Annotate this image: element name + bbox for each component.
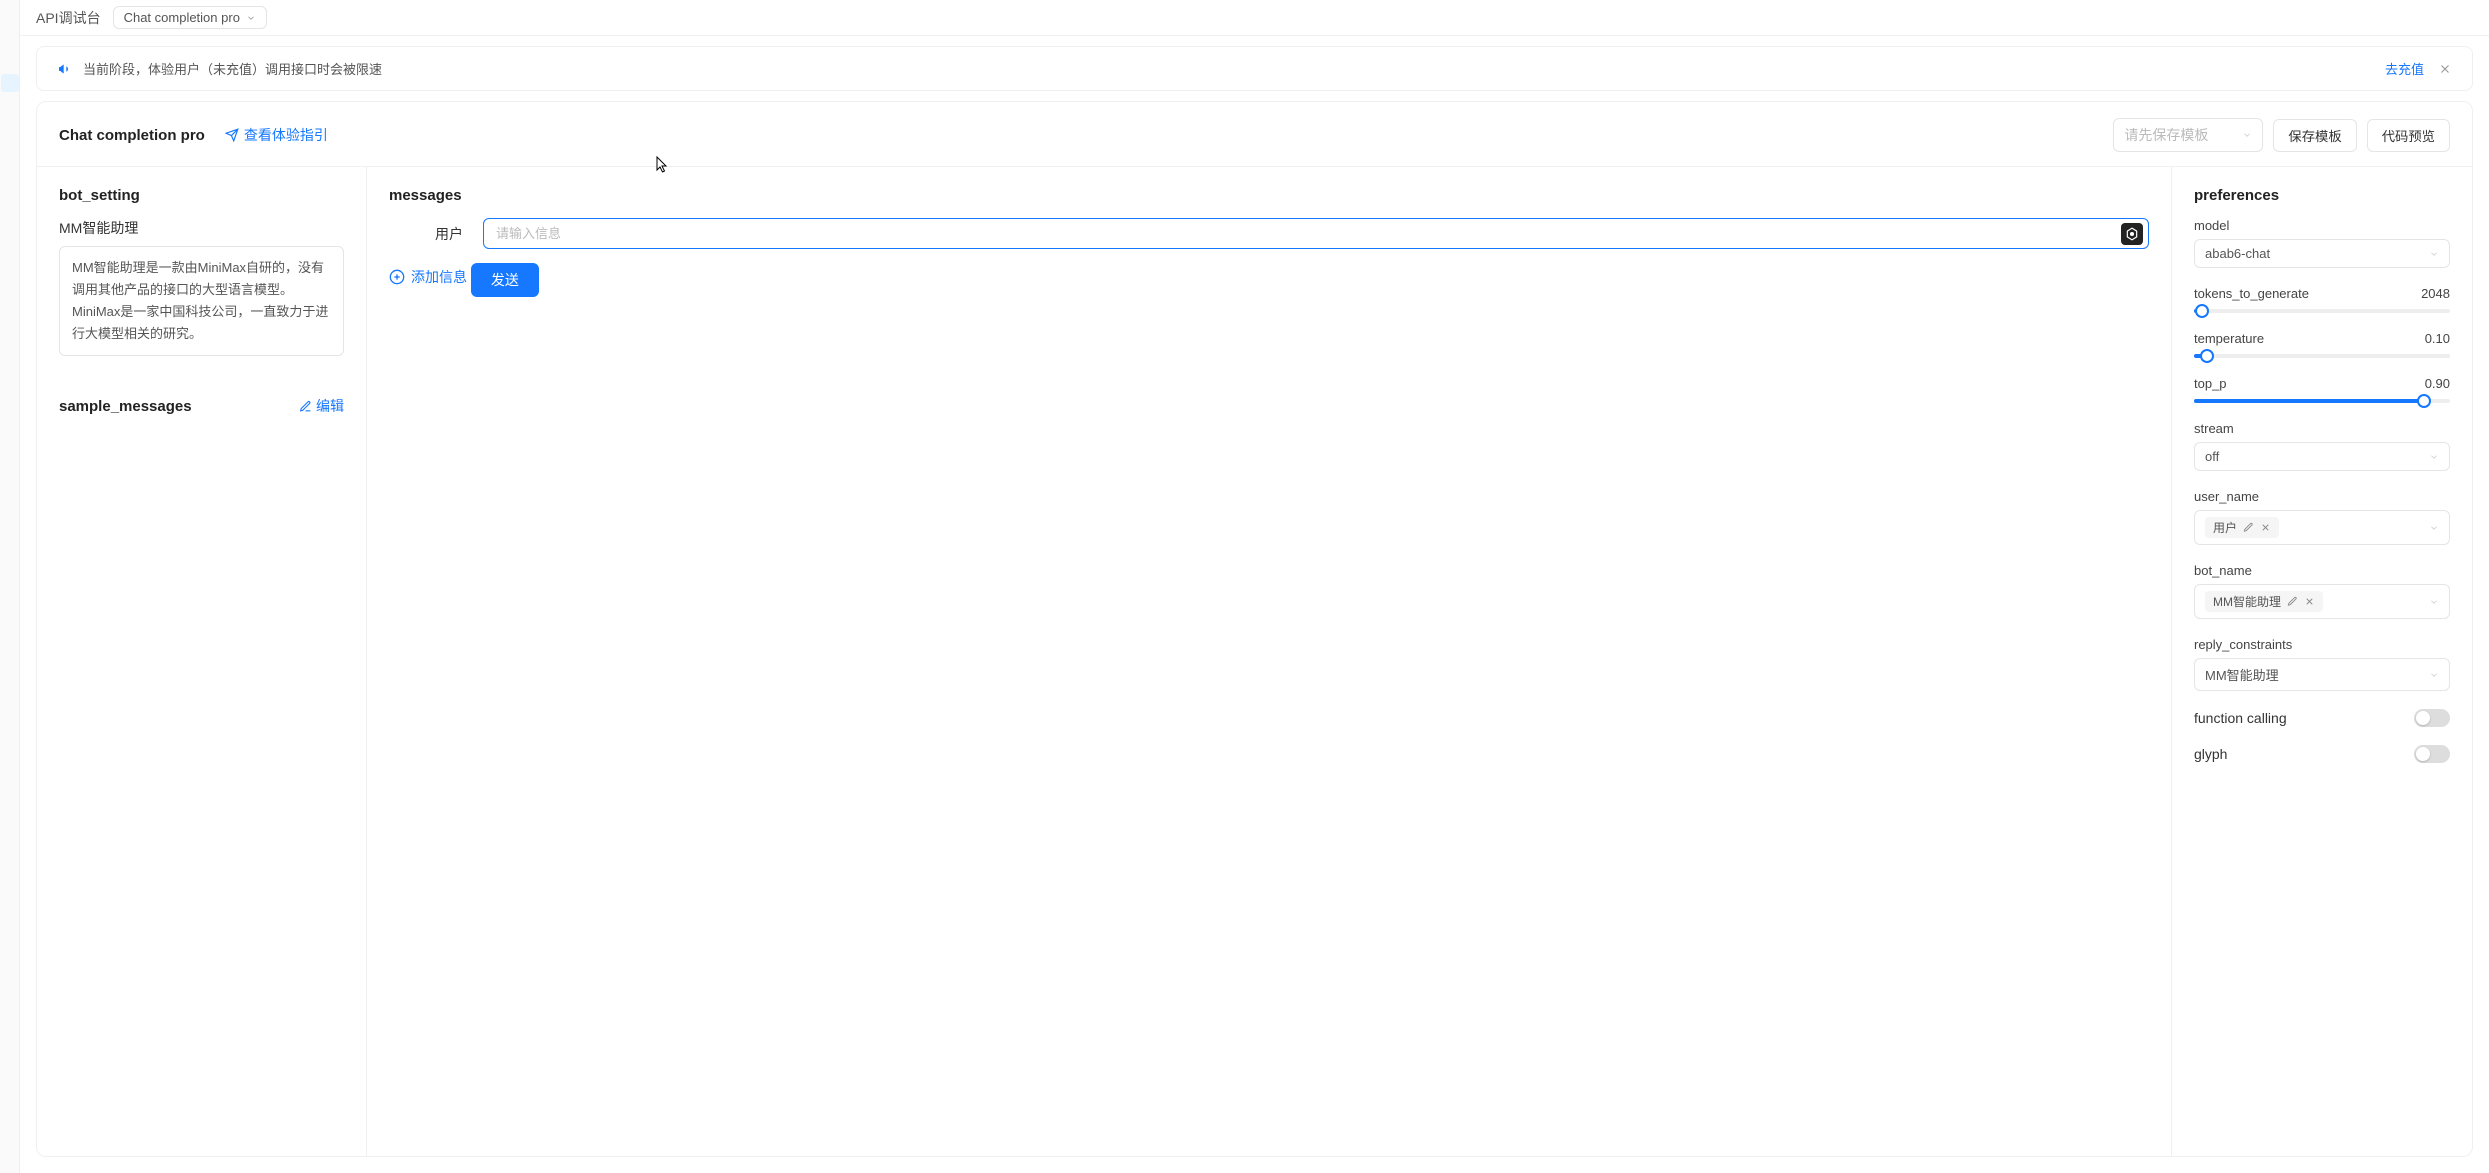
tokens-value: 2048 <box>2421 286 2450 301</box>
view-guide-link[interactable]: 查看体验指引 <box>225 125 328 145</box>
nav-icon-2[interactable] <box>1 46 19 64</box>
sample-messages-title: sample_messages <box>59 398 192 415</box>
user-name-tag-text: 用户 <box>2213 519 2237 536</box>
temperature-value: 0.10 <box>2425 331 2450 346</box>
add-message-link[interactable]: 添加信息 <box>389 267 467 287</box>
messages-title: messages <box>389 187 2149 204</box>
topp-value: 0.90 <box>2425 376 2450 391</box>
nav-icon-1[interactable] <box>1 18 19 36</box>
reply-constraints-value: MM智能助理 <box>2205 665 2279 684</box>
edit-sample-link[interactable]: 编辑 <box>299 396 344 416</box>
user-name-label: user_name <box>2194 489 2259 504</box>
temperature-slider[interactable] <box>2194 354 2450 358</box>
chevron-down-icon <box>246 13 256 23</box>
chevron-down-icon <box>2429 670 2439 680</box>
model-select[interactable]: abab6-chat <box>2194 239 2450 268</box>
tokens-slider[interactable] <box>2194 309 2450 313</box>
chevron-down-icon <box>2429 249 2439 259</box>
pencil-icon[interactable] <box>2243 522 2254 533</box>
content-card: Chat completion pro 查看体验指引 请先保存模板 保存模板 代… <box>36 101 2473 1157</box>
stream-value: off <box>2205 449 2219 464</box>
chevron-down-icon <box>2429 452 2439 462</box>
slider-handle[interactable] <box>2195 304 2209 318</box>
pencil-icon[interactable] <box>2287 596 2298 607</box>
plus-circle-icon <box>389 269 405 285</box>
top-bar-title: API调试台 <box>36 8 101 28</box>
user-name-select[interactable]: 用户 <box>2194 510 2450 545</box>
bot-name-tag: MM智能助理 <box>2205 591 2323 612</box>
send-button[interactable]: 发送 <box>471 263 539 297</box>
message-row: 用户 <box>389 218 2149 249</box>
slider-handle[interactable] <box>2417 394 2431 408</box>
topp-slider[interactable] <box>2194 399 2450 403</box>
hexagon-icon <box>2125 227 2139 241</box>
code-preview-button[interactable]: 代码预览 <box>2367 119 2450 152</box>
chevron-down-icon <box>2429 597 2439 607</box>
top-bar: API调试台 Chat completion pro <box>20 0 2489 36</box>
model-label: model <box>2194 218 2229 233</box>
view-guide-label: 查看体验指引 <box>244 125 328 145</box>
bot-name-label: bot_name <box>2194 563 2252 578</box>
preferences-title: preferences <box>2194 187 2450 204</box>
top-model-selector[interactable]: Chat completion pro <box>113 6 267 29</box>
add-message-label: 添加信息 <box>411 267 467 287</box>
nav-icon-4[interactable] <box>1 102 19 120</box>
chevron-down-icon <box>2242 130 2252 140</box>
close-icon[interactable] <box>2260 522 2271 533</box>
nav-icon-3[interactable] <box>1 74 19 92</box>
left-nav-rail <box>0 0 20 1173</box>
close-icon[interactable] <box>2438 62 2452 76</box>
stream-label: stream <box>2194 421 2234 436</box>
message-input[interactable] <box>483 218 2149 249</box>
function-calling-toggle[interactable] <box>2414 709 2450 727</box>
temperature-label: temperature <box>2194 331 2264 346</box>
megaphone-icon <box>57 61 73 77</box>
reply-constraints-select[interactable]: MM智能助理 <box>2194 658 2450 691</box>
template-select-placeholder: 请先保存模板 <box>2124 125 2208 145</box>
bot-name-label: MM智能助理 <box>59 218 344 238</box>
alert-text: 当前阶段，体验用户（未充值）调用接口时会被限速 <box>83 59 382 78</box>
stream-select[interactable]: off <box>2194 442 2450 471</box>
tokens-label: tokens_to_generate <box>2194 286 2309 301</box>
bot-setting-pane: bot_setting MM智能助理 MM智能助理是一款由MiniMax自研的，… <box>37 167 367 1156</box>
message-attachment-button[interactable] <box>2121 223 2143 245</box>
messages-pane: messages 用户 添加信息 发送 <box>367 167 2172 1156</box>
close-icon[interactable] <box>2304 596 2315 607</box>
save-template-button[interactable]: 保存模板 <box>2273 119 2356 152</box>
top-model-selector-label: Chat completion pro <box>124 10 240 25</box>
paper-plane-icon <box>225 128 239 142</box>
message-role-label: 用户 <box>389 224 469 244</box>
slider-handle[interactable] <box>2200 349 2214 363</box>
bot-name-select[interactable]: MM智能助理 <box>2194 584 2450 619</box>
reply-constraints-label: reply_constraints <box>2194 637 2292 652</box>
pencil-icon <box>299 400 312 413</box>
bot-setting-title: bot_setting <box>59 187 344 204</box>
function-calling-label: function calling <box>2194 710 2287 726</box>
glyph-toggle[interactable] <box>2414 745 2450 763</box>
bot-name-tag-text: MM智能助理 <box>2213 593 2281 610</box>
edit-sample-label: 编辑 <box>316 396 344 416</box>
page-title: Chat completion pro <box>59 127 205 144</box>
topp-label: top_p <box>2194 376 2227 391</box>
rate-limit-alert: 当前阶段，体验用户（未充值）调用接口时会被限速 去充值 <box>36 46 2473 91</box>
model-value: abab6-chat <box>2205 246 2270 261</box>
preferences-pane: preferences model abab6-chat tokens_to_g… <box>2172 167 2472 1156</box>
glyph-label: glyph <box>2194 746 2227 762</box>
bot-description-textarea[interactable]: MM智能助理是一款由MiniMax自研的，没有调用其他产品的接口的大型语言模型。… <box>59 246 344 356</box>
template-select[interactable]: 请先保存模板 <box>2113 118 2263 152</box>
recharge-link[interactable]: 去充值 <box>2385 59 2424 78</box>
user-name-tag: 用户 <box>2205 517 2279 538</box>
chevron-down-icon <box>2429 523 2439 533</box>
card-header: Chat completion pro 查看体验指引 请先保存模板 保存模板 代… <box>37 102 2472 167</box>
